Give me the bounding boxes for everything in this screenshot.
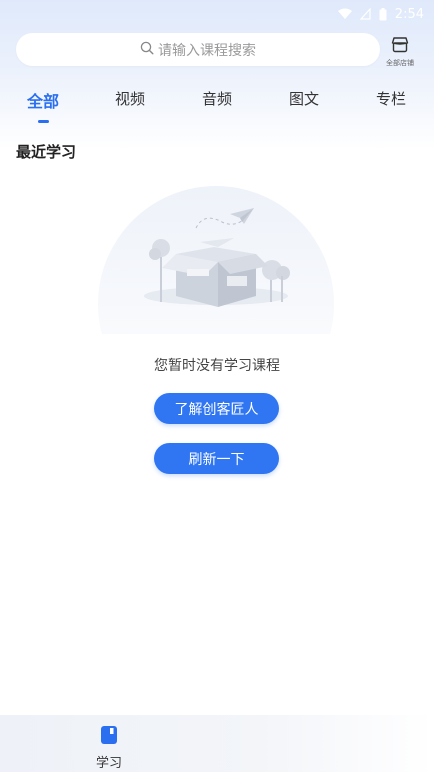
store-button[interactable]: 全部店铺 <box>383 36 417 68</box>
search-input[interactable]: 请输入课程搜索 <box>16 33 380 66</box>
bottom-nav: 学习 <box>0 715 434 772</box>
learn-more-button[interactable]: 了解创客匠人 <box>154 393 279 424</box>
tab-video[interactable]: 视频 <box>115 88 145 109</box>
tab-bar: 全部 视频 音频 图文 专栏 <box>0 88 434 120</box>
search-icon <box>140 41 154 59</box>
battery-icon <box>379 7 387 21</box>
search-placeholder: 请输入课程搜索 <box>158 42 256 59</box>
tab-column[interactable]: 专栏 <box>376 88 406 109</box>
status-bar: 2:54 <box>0 0 434 28</box>
tab-indicator <box>38 120 49 123</box>
tab-audio[interactable]: 音频 <box>202 88 232 109</box>
signal-icon <box>359 8 371 20</box>
empty-message: 您暂时没有学习课程 <box>154 358 280 374</box>
nav-item-label: 学习 <box>95 756 122 771</box>
store-label: 全部店铺 <box>386 59 414 67</box>
tab-all[interactable]: 全部 <box>27 88 59 112</box>
status-time: 2:54 <box>394 6 424 22</box>
tab-article[interactable]: 图文 <box>289 88 319 109</box>
book-icon <box>100 725 118 749</box>
store-icon <box>391 36 409 57</box>
nav-item-study[interactable]: 学习 <box>88 725 130 771</box>
section-title: 最近学习 <box>16 143 77 161</box>
refresh-button[interactable]: 刷新一下 <box>154 443 279 474</box>
empty-box-illustration <box>98 186 334 334</box>
wifi-icon <box>337 8 352 20</box>
